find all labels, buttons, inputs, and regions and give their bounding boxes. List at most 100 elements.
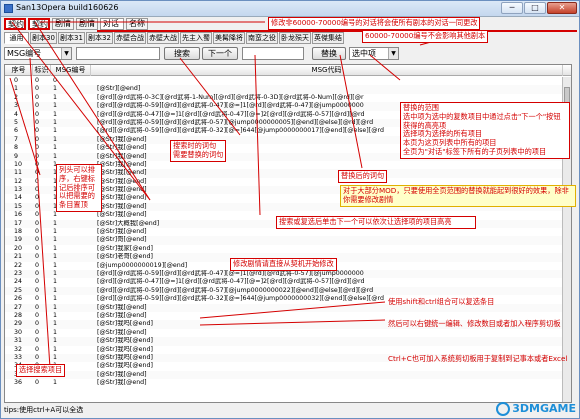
table-row[interactable]: 31 0 1 [@Str]我吗[@end]: [5, 337, 571, 346]
table-row[interactable]: 1 0 1 [@Str][@end]: [5, 85, 571, 94]
cell-flag: 0: [35, 269, 40, 277]
table-row[interactable]: 25 0 1 [@rd][@rd武将-0-59][@rd][@rd武将-0-57][@…: [5, 286, 571, 296]
subtab-chibi-1[interactable]: 赤壁合战: [114, 32, 146, 44]
cell-index: 24: [14, 278, 23, 286]
cell-flag: 0: [35, 379, 40, 387]
cell-msg-code: [@Str]我吗[@end]: [97, 345, 153, 353]
column-header-msg-code[interactable]: MSG代码: [91, 65, 563, 76]
cell-flag: 0: [35, 228, 40, 236]
cell-flag: 0: [35, 219, 40, 227]
subtab-general-surrender[interactable]: 美髯降将: [213, 32, 245, 44]
cell-msg-id: 1: [53, 228, 58, 236]
table-row[interactable]: 36 0 1 [@Str]我[@end]: [5, 379, 571, 387]
cell-flag: 0: [35, 202, 40, 210]
table-row[interactable]: 0 0 0: [5, 77, 571, 85]
search-button[interactable]: 搜索: [164, 47, 200, 60]
cell-msg-id: 1: [53, 244, 58, 252]
cell-msg-id: 1: [53, 253, 58, 261]
cell-index: 10: [14, 160, 23, 168]
table-row[interactable]: 23 0 1 [@rd][@rd武将-0-59][@rd][@rd武将-0-47][@…: [5, 269, 571, 279]
table-row[interactable]: 20 0 1 [@Str]我家[@end]: [5, 244, 571, 253]
tab-story-2[interactable]: 剧情: [76, 18, 98, 30]
column-header-msg-id[interactable]: MSG编号: [51, 65, 91, 76]
next-button[interactable]: 下一个: [202, 47, 238, 60]
cell-msg-id: 1: [53, 278, 58, 286]
cell-msg-code: [@Str]我[@end]: [97, 379, 147, 387]
annotation-top: 修改非60000-70000编号的对话将会使所有剧本的对话一同更改: [268, 17, 481, 30]
chevron-down-icon: ▼: [388, 48, 398, 59]
subtab-chibi-2[interactable]: 赤壁大战: [147, 32, 179, 44]
cell-flag: 0: [35, 110, 40, 118]
table-row[interactable]: 18 0 1 [@Str]我[@end]: [5, 228, 571, 236]
cell-index: 16: [14, 211, 23, 219]
table-row[interactable]: 19 0 1 [@Str]哥[@end]: [5, 236, 571, 245]
cell-msg-id: 1: [53, 328, 58, 336]
replace-scope-select[interactable]: 选中项 ▼: [349, 47, 399, 60]
cell-flag: 0: [35, 353, 40, 361]
tab-contract-1[interactable]: 契约: [4, 18, 26, 30]
annotation-right-click: 然后可以右键统一编辑、修改数目或者加入程序剪切板: [388, 319, 561, 328]
cell-msg-code: [@Str]我家[@end]: [97, 244, 153, 252]
annotation-multi-select: 使用shift和ctrl组合可以复选条目: [388, 297, 495, 306]
cell-index: 17: [14, 219, 23, 227]
cell-msg-id: 1: [53, 85, 58, 93]
annotation-replace-word: 替换后的词句: [338, 170, 388, 183]
annotation-scope: 替换的范围 选中项为选中的复数项目中通过点击"下一个"按钮获得的高亮项 选择项为…: [400, 102, 570, 159]
subtab-wolong[interactable]: 卧龙殒天: [279, 32, 311, 44]
subtab-nanman[interactable]: 南蛮之役: [246, 32, 278, 44]
cell-flag: 0: [35, 135, 40, 143]
cell-msg-id: 1: [53, 127, 58, 135]
annotation-top2: 60000-70000编号不会影响其他剧本: [362, 30, 489, 43]
cell-index: 11: [14, 169, 23, 177]
cell-msg-id: 1: [53, 102, 58, 110]
cell-index: 21: [14, 253, 23, 261]
column-header-flag[interactable]: 标识: [33, 65, 51, 76]
cell-msg-id: 1: [53, 211, 58, 219]
cell-index: 28: [14, 311, 23, 319]
cell-msg-id: 1: [53, 219, 58, 227]
column-header-index[interactable]: 序号: [5, 65, 33, 76]
close-button[interactable]: ✕: [547, 2, 577, 14]
subtab-general[interactable]: 通用: [4, 32, 29, 44]
tab-contract-2[interactable]: 契约: [28, 18, 50, 30]
replace-input[interactable]: [242, 47, 304, 60]
replace-button[interactable]: 替换: [312, 47, 346, 60]
subtab-heroes[interactable]: 英傑集结: [312, 32, 344, 44]
cell-index: 5: [14, 118, 19, 126]
tab-dialog[interactable]: 对话: [100, 18, 124, 30]
cell-flag: 0: [35, 127, 40, 135]
cell-msg-id: 1: [53, 337, 58, 345]
tab-names[interactable]: 名称: [126, 18, 148, 30]
subtab-scenario-32[interactable]: 剧本32: [86, 32, 113, 44]
cell-flag: 0: [35, 194, 40, 202]
cell-index: 22: [14, 261, 23, 269]
subtab-shu[interactable]: 先主入蜀: [180, 32, 212, 44]
table-row[interactable]: 30 0 1 [@Str]我[@end]: [5, 328, 571, 337]
cell-msg-id: 1: [53, 345, 58, 353]
cell-index: 7: [14, 135, 19, 143]
table-row[interactable]: 3501[@Str]我[@end]: [5, 370, 571, 380]
cell-msg-id: 1: [53, 379, 58, 387]
cell-flag: 0: [35, 253, 40, 261]
cell-flag: 0: [35, 102, 40, 110]
cell-index: 8: [14, 144, 19, 152]
table-row[interactable]: 2 0 1 [@rd][@rd武将-0-3C][@rd武将-1-Num][@rd][@…: [5, 94, 571, 102]
window-title: San13Opera build160626: [16, 3, 119, 12]
cell-index: 31: [14, 337, 23, 345]
tab-story-1[interactable]: 剧情: [52, 18, 74, 30]
search-field-select[interactable]: MSG编号 ▼: [4, 47, 72, 60]
title-bar: San13Opera build160626 ─ □ ✕: [1, 1, 579, 17]
minimize-button[interactable]: ─: [501, 2, 523, 14]
cell-index: 12: [14, 177, 23, 185]
cell-msg-code: [@Str]我[@end]: [97, 228, 147, 236]
table-row[interactable]: 32 0 1 [@Str]我吗[@end]: [5, 345, 571, 354]
cell-flag: 0: [35, 77, 40, 84]
cell-index: 19: [14, 236, 23, 244]
cell-msg-id: 1: [53, 303, 58, 311]
maximize-button[interactable]: □: [524, 2, 546, 14]
subtab-scenario-31[interactable]: 剧本31: [58, 32, 85, 44]
search-input[interactable]: [76, 47, 160, 60]
subtab-scenario-30[interactable]: 剧本30: [30, 32, 57, 44]
table-row[interactable]: 24 0 1 [@rd][@rd武将-0-47][@=]1[@rd][@rd武将-0-…: [5, 278, 571, 286]
annotation-next-tip: 搜索或复选后单击下一个可以依次让选择项的项目高亮: [276, 216, 476, 229]
